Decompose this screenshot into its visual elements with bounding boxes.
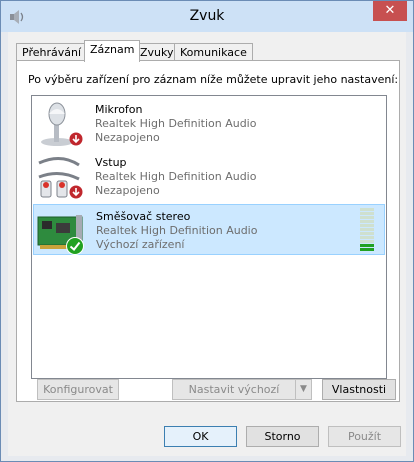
window-title: Zvuk (189, 8, 225, 24)
title-bar[interactable]: Zvuk ✕ (1, 1, 413, 32)
level-meter-segment (360, 240, 374, 243)
device-status: Nezapojeno (95, 131, 160, 144)
dialog-button-bar: OK Storno Použít (8, 412, 406, 456)
set-default-label: Nastavit výchozí (188, 383, 280, 396)
level-meter-segment (360, 248, 374, 251)
configure-button[interactable]: Konfigurovat (37, 379, 119, 400)
configure-label: Konfigurovat (43, 383, 113, 396)
ok-label: OK (192, 430, 209, 443)
tab-zaznam[interactable]: Záznam (84, 40, 141, 62)
recording-device-list[interactable]: Mikrofon Realtek High Definition Audio N… (31, 95, 387, 379)
properties-button[interactable]: Vlastnosti (322, 379, 396, 400)
level-meter-segment (360, 228, 374, 231)
dialog-client-area: Přehrávání Záznam Zvuky Komunikace Po vý… (8, 32, 406, 456)
level-meter-segment (360, 224, 374, 227)
level-meter-segment (360, 220, 374, 223)
list-item-smesovac-stereo[interactable]: Směšovač stereo Realtek High Definition … (33, 204, 385, 255)
properties-label: Vlastnosti (331, 383, 387, 396)
unplugged-arrow-icon (69, 185, 83, 199)
device-name: Mikrofon (95, 103, 143, 116)
apply-label: Použít (347, 430, 382, 443)
default-checkmark-icon (66, 237, 84, 255)
sound-dialog-window: Zvuk ✕ Přehrávání Záznam Zvuky Komunikac… (0, 0, 414, 462)
level-meter-segment (360, 208, 374, 211)
device-name: Vstup (95, 156, 127, 169)
tab-prehravani[interactable]: Přehrávání (16, 43, 88, 61)
level-meter-segment (360, 236, 374, 239)
device-driver: Realtek High Definition Audio (95, 117, 257, 130)
chevron-down-icon[interactable]: ▼ (295, 380, 311, 399)
close-button[interactable]: ✕ (373, 1, 407, 21)
apply-button[interactable]: Použít (328, 426, 401, 447)
device-name: Směšovač stereo (96, 210, 191, 223)
tab-zvuky[interactable]: Zvuky (134, 43, 180, 61)
level-meter-segment (360, 244, 374, 247)
device-status: Výchozí zařízení (96, 238, 185, 251)
list-item-vstup[interactable]: Vstup Realtek High Definition Audio Neza… (33, 151, 385, 202)
unplugged-arrow-icon (69, 132, 83, 146)
device-driver: Realtek High Definition Audio (95, 170, 257, 183)
level-meter-segment (360, 216, 374, 219)
level-meter-segment (360, 212, 374, 215)
device-driver: Realtek High Definition Audio (96, 224, 258, 237)
device-status: Nezapojeno (95, 184, 160, 197)
cancel-label: Storno (264, 430, 301, 443)
instruction-text: Po výběru zařízení pro záznam níže můžet… (28, 73, 399, 86)
level-meter-segment (360, 232, 374, 235)
input-level-meter (360, 208, 374, 252)
tab-komunikace[interactable]: Komunikace (174, 43, 253, 61)
list-item-mikrofon[interactable]: Mikrofon Realtek High Definition Audio N… (33, 98, 385, 149)
set-default-button[interactable]: Nastavit výchozí ▼ (172, 379, 312, 400)
cancel-button[interactable]: Storno (246, 426, 319, 447)
recording-tab-panel: Po výběru zařízení pro záznam níže můžet… (16, 60, 400, 402)
ok-button[interactable]: OK (164, 426, 237, 447)
